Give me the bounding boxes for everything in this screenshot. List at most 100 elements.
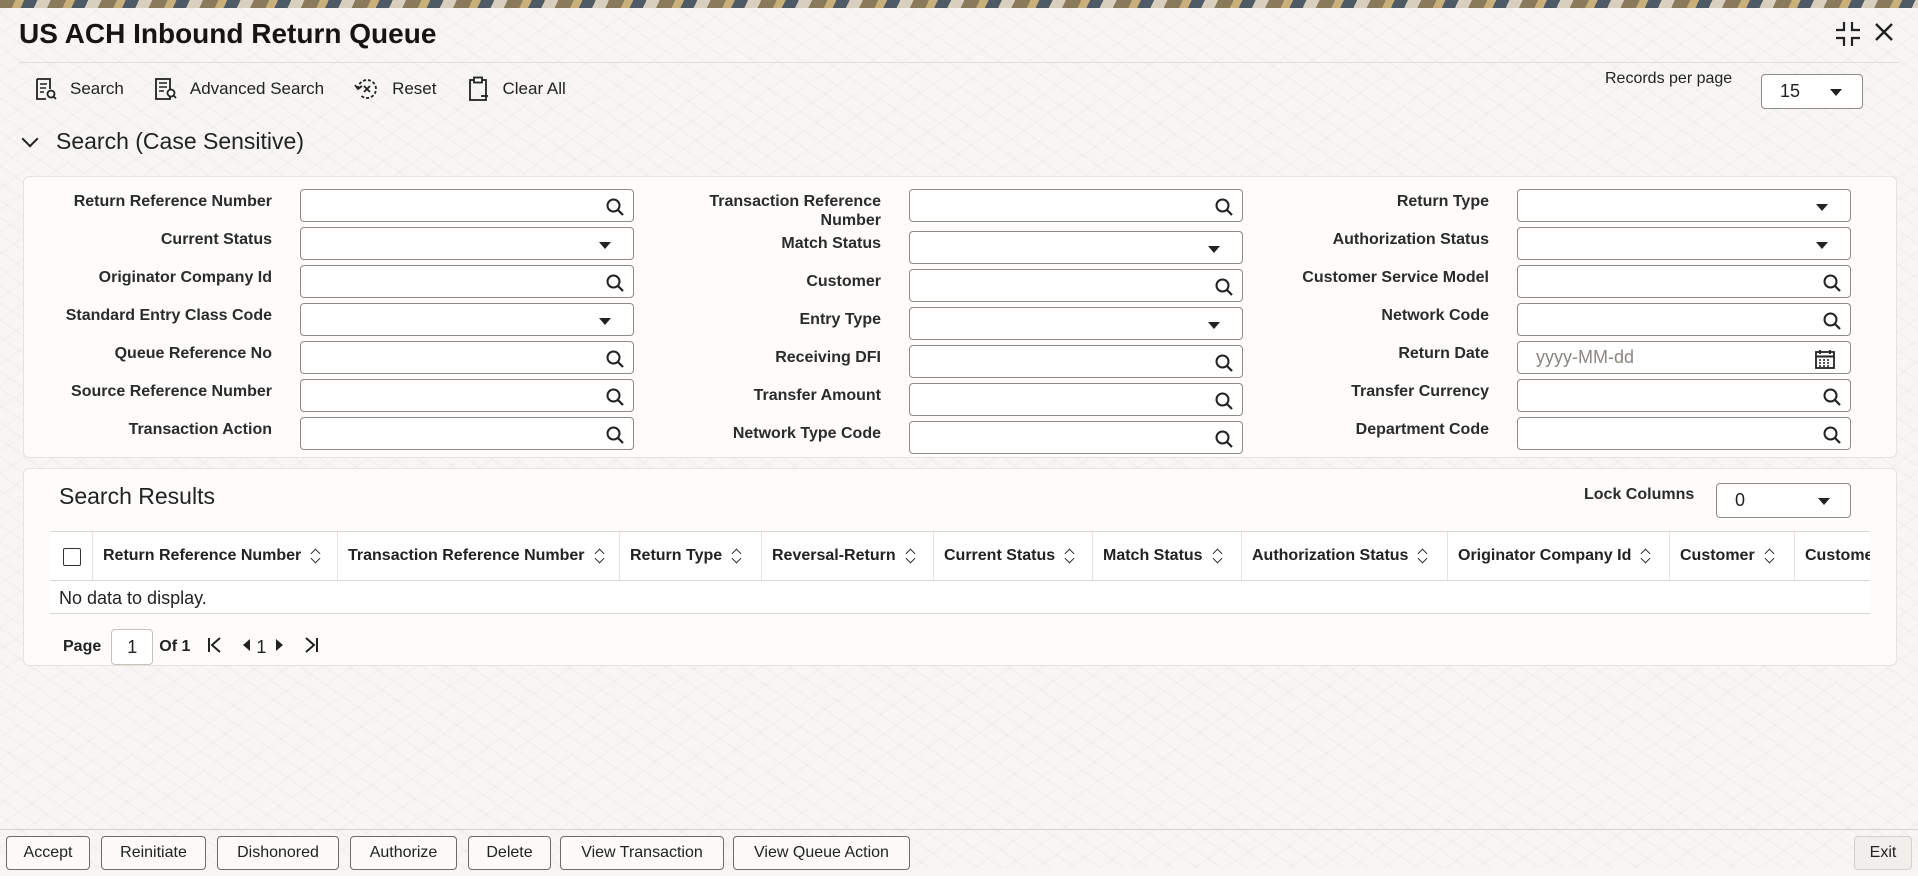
delete-button[interactable]: Delete	[468, 836, 551, 870]
customer-input[interactable]	[910, 270, 1242, 301]
originator-company-id-field[interactable]	[300, 265, 634, 298]
select-all-checkbox[interactable]	[63, 548, 81, 566]
current-page-number: 1	[256, 636, 267, 657]
search-icon[interactable]	[605, 197, 625, 222]
transaction-reference-number-field[interactable]	[909, 189, 1243, 222]
network-type-code-input[interactable]	[910, 422, 1242, 453]
accept-button[interactable]: Accept	[6, 836, 90, 870]
first-page-icon[interactable]	[206, 636, 224, 659]
originator-company-id-input[interactable]	[301, 266, 633, 297]
records-per-page-select[interactable]: 15	[1761, 74, 1863, 109]
transfer-amount-input[interactable]	[910, 384, 1242, 415]
search-section-title: Search (Case Sensitive)	[56, 128, 304, 154]
search-results-title: Search Results	[59, 483, 215, 509]
chevron-down-icon	[1208, 246, 1220, 253]
transfer-currency-input[interactable]	[1518, 380, 1850, 411]
return-reference-number-input[interactable]	[301, 190, 633, 221]
column-header-customer-truncated[interactable]: Custome	[1795, 532, 1870, 580]
search-icon[interactable]	[1822, 425, 1842, 450]
advanced-search-label: Advanced Search	[189, 79, 325, 98]
column-header-authorization-status[interactable]: Authorization Status	[1242, 532, 1448, 580]
transaction-action-field[interactable]	[300, 417, 634, 450]
column-header-current-status[interactable]: Current Status	[934, 532, 1093, 580]
search-icon[interactable]	[605, 425, 625, 450]
last-page-icon[interactable]	[302, 636, 320, 659]
chevron-down-icon	[599, 318, 611, 325]
department-code-input[interactable]	[1518, 418, 1850, 449]
search-section-toggle[interactable]: Search (Case Sensitive)	[21, 128, 304, 155]
column-header-customer[interactable]: Customer	[1670, 532, 1795, 580]
receiving-dfi-input[interactable]	[910, 346, 1242, 377]
next-page-icon[interactable]	[274, 636, 286, 659]
queue-reference-no-input[interactable]	[301, 342, 633, 373]
select-all-cell	[50, 532, 93, 580]
standard-entry-class-code-select[interactable]	[300, 303, 634, 336]
search-icon[interactable]	[1822, 311, 1842, 336]
collapse-icon[interactable]	[1834, 20, 1862, 55]
search-button[interactable]: Search	[34, 74, 124, 104]
current-status-select[interactable]	[300, 227, 634, 260]
search-icon[interactable]	[605, 387, 625, 412]
return-reference-number-field[interactable]	[300, 189, 634, 222]
reset-button[interactable]: Reset	[354, 74, 437, 104]
standard-entry-class-code-label: Standard Entry Class Code	[65, 307, 272, 324]
column-header-transaction-reference-number[interactable]: Transaction Reference Number	[338, 532, 620, 580]
dishonored-button[interactable]: Dishonored	[217, 836, 339, 870]
exit-button[interactable]: Exit	[1854, 836, 1912, 870]
reset-label: Reset	[392, 79, 437, 98]
network-code-input[interactable]	[1518, 304, 1850, 335]
department-code-field[interactable]	[1517, 417, 1851, 450]
column-header-return-reference-number[interactable]: Return Reference Number	[93, 532, 338, 580]
customer-field[interactable]	[909, 269, 1243, 302]
customer-service-model-input[interactable]	[1518, 266, 1850, 297]
clear-all-button[interactable]: Clear All	[467, 74, 566, 104]
chevron-down-icon	[21, 130, 39, 147]
previous-page-icon[interactable]	[240, 636, 252, 659]
search-icon[interactable]	[1822, 387, 1842, 412]
chevron-down-icon	[1208, 322, 1220, 329]
transaction-action-input[interactable]	[301, 418, 633, 449]
transaction-reference-number-input[interactable]	[910, 190, 1242, 221]
column-header-match-status[interactable]: Match Status	[1093, 532, 1242, 580]
network-code-field[interactable]	[1517, 303, 1851, 336]
receiving-dfi-field[interactable]	[909, 345, 1243, 378]
view-transaction-button[interactable]: View Transaction	[560, 836, 724, 870]
entry-type-select[interactable]	[909, 307, 1243, 340]
authorization-status-select[interactable]	[1517, 227, 1851, 260]
page-nav: 1	[206, 636, 320, 659]
view-queue-action-button[interactable]: View Queue Action	[733, 836, 910, 870]
column-header-return-type[interactable]: Return Type	[620, 532, 762, 580]
lock-columns-value: 0	[1735, 490, 1746, 510]
network-type-code-field[interactable]	[909, 421, 1243, 454]
transaction-action-label: Transaction Action	[128, 421, 272, 438]
page-number-input[interactable]: 1	[111, 629, 154, 665]
column-label: Originator Company Id	[1458, 547, 1632, 564]
lock-columns-select[interactable]: 0	[1716, 483, 1851, 518]
column-header-originator-company-id[interactable]: Originator Company Id	[1448, 532, 1670, 580]
return-date-field[interactable]	[1517, 341, 1851, 374]
search-icon[interactable]	[605, 349, 625, 374]
return-date-input[interactable]	[1518, 342, 1850, 373]
chevron-down-icon	[1818, 497, 1830, 505]
sort-icon	[1065, 549, 1075, 563]
authorize-button[interactable]: Authorize	[350, 836, 457, 870]
match-status-select[interactable]	[909, 231, 1243, 264]
transfer-currency-field[interactable]	[1517, 379, 1851, 412]
search-icon[interactable]	[1822, 273, 1842, 298]
advanced-search-button[interactable]: Advanced Search	[154, 74, 324, 104]
queue-reference-no-field[interactable]	[300, 341, 634, 374]
customer-service-model-field[interactable]	[1517, 265, 1851, 298]
source-reference-number-input[interactable]	[301, 380, 633, 411]
transfer-amount-field[interactable]	[909, 383, 1243, 416]
column-header-reversal-return[interactable]: Reversal-Return	[762, 532, 934, 580]
column-label: Current Status	[944, 547, 1056, 564]
source-reference-number-field[interactable]	[300, 379, 634, 412]
close-icon[interactable]	[1872, 20, 1896, 51]
return-type-select[interactable]	[1517, 189, 1851, 222]
transfer-currency-label: Transfer Currency	[1351, 383, 1489, 400]
results-table: Return Reference Number Transaction Refe…	[50, 531, 1870, 615]
search-icon[interactable]	[605, 273, 625, 298]
reinitiate-button[interactable]: Reinitiate	[101, 836, 206, 870]
calendar-icon[interactable]	[1814, 348, 1836, 375]
match-status-label: Match Status	[781, 235, 881, 252]
